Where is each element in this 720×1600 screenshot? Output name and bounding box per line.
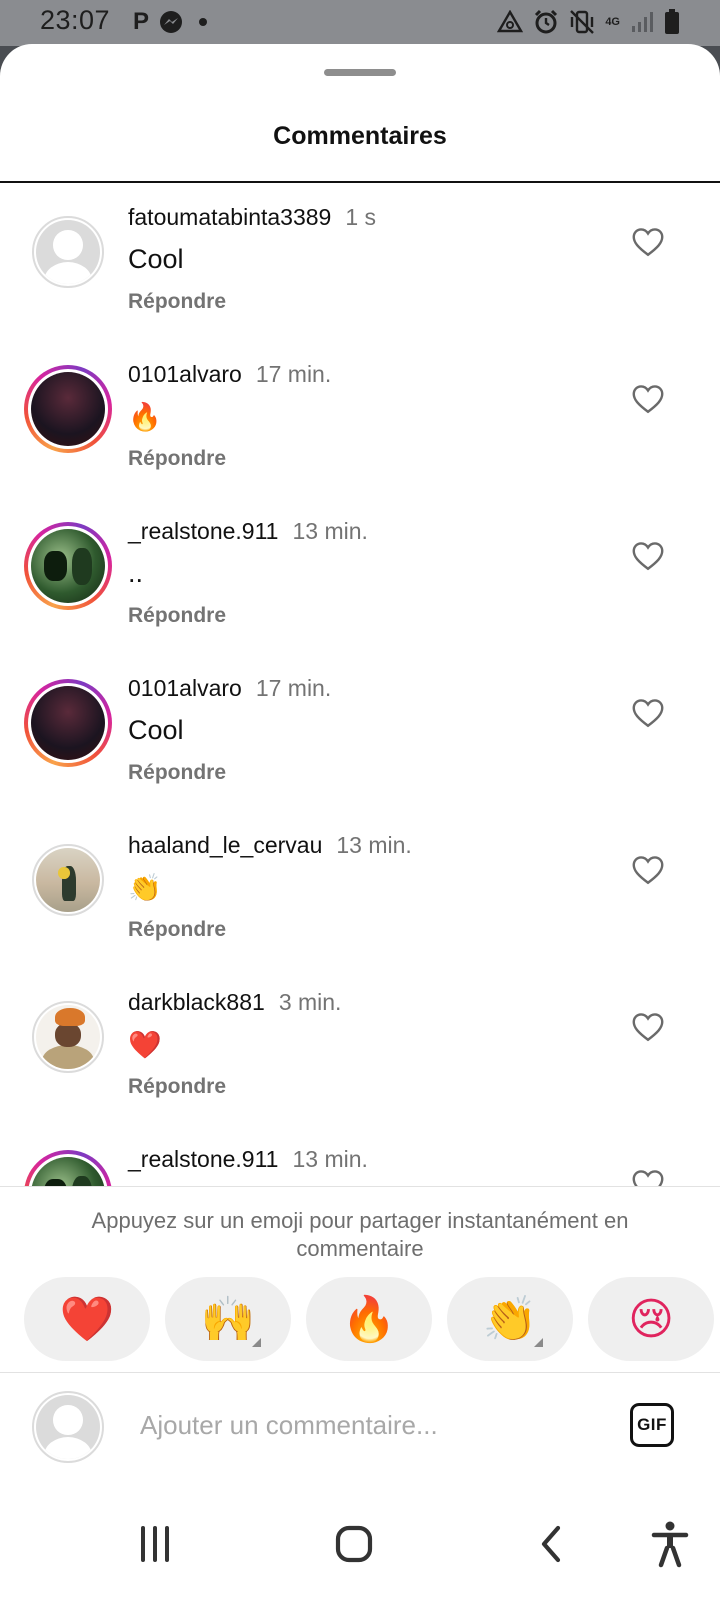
reply-button[interactable]: Répondre [128, 290, 226, 314]
notification-icons: P [133, 8, 208, 36]
my-avatar [32, 1391, 104, 1463]
reply-button[interactable]: Répondre [128, 1075, 226, 1099]
avatar[interactable] [24, 365, 112, 453]
comments-sheet: Commentaires fatoumatabinta3389 1 s Cool … [0, 44, 720, 1600]
comment-text: Cool [128, 715, 184, 745]
comment-list[interactable]: fatoumatabinta3389 1 s Cool Répondre 0101… [0, 184, 720, 1186]
status-time: 23:07 [40, 5, 111, 35]
avatar[interactable] [32, 1001, 104, 1073]
sheet-title: Commentaires [273, 122, 447, 150]
heart-icon[interactable] [630, 695, 666, 731]
comment-time: 1 s [345, 204, 377, 230]
vibrate-icon [570, 10, 595, 34]
home-icon[interactable] [324, 1518, 384, 1570]
emoji-raised-hands-button[interactable]: 🙌 [165, 1277, 291, 1361]
comment-text: 🔥 [128, 402, 162, 432]
avatar-image [31, 372, 105, 446]
comment-time: 13 min. [292, 1146, 368, 1172]
comment-item: 0101alvaro 17 min. Cool Répondre [0, 655, 720, 815]
battery-icon [665, 9, 679, 34]
reply-button[interactable]: Répondre [128, 761, 226, 785]
network-4g-icon: 4G [605, 16, 620, 28]
comment-item: darkblack881 3 min. ❤️ Répondre [0, 969, 720, 1129]
comment-username[interactable]: fatoumatabinta3389 [128, 204, 331, 230]
comment-time: 13 min. [292, 518, 368, 544]
comment-item: 0101alvaro 17 min. 🔥 Répondre [0, 341, 720, 501]
parking-icon: P [133, 8, 150, 35]
emoji-row: ❤️ 🙌 🔥 👏 😢 [24, 1277, 720, 1363]
avatar[interactable] [24, 1150, 112, 1186]
emoji-crying-button[interactable]: 😢 [588, 1277, 714, 1361]
comment-time: 3 min. [278, 989, 342, 1015]
comment-username[interactable]: darkblack881 [128, 989, 265, 1015]
status-bar: 23:07 P 4G [0, 0, 720, 46]
dot-icon [199, 18, 208, 26]
emoji-fire-button[interactable]: 🔥 [306, 1277, 432, 1361]
avatar-image [31, 529, 105, 603]
quick-reactions-hint: Appuyez sur un emoji pour partager insta… [91, 1208, 629, 1261]
avatar-image [36, 848, 100, 912]
system-icons: 4G [497, 9, 680, 35]
emoji-heart-button[interactable]: ❤️ [24, 1277, 150, 1361]
avatar-image [31, 1157, 105, 1186]
comment-composer: GIF [0, 1372, 720, 1478]
comment-item: _realstone.911 13 min. .. Répondre [0, 498, 720, 658]
back-icon[interactable] [522, 1518, 582, 1570]
heart-icon[interactable] [630, 538, 666, 574]
emoji-raised-hands: 🙌 [200, 1295, 256, 1344]
quick-reactions: Appuyez sur un emoji pour partager insta… [0, 1186, 720, 1372]
alarm-icon [535, 9, 558, 34]
comment-time: 17 min. [255, 675, 332, 701]
comment-username[interactable]: _realstone.911 [128, 1146, 278, 1172]
comment-username[interactable]: 0101alvaro [128, 675, 242, 701]
comment-item: fatoumatabinta3389 1 s Cool Répondre [0, 184, 720, 344]
comment-text: Cool [128, 244, 184, 274]
comment-username[interactable]: haaland_le_cervau [128, 832, 322, 858]
default-avatar-icon [36, 1395, 100, 1459]
signal-icon [632, 12, 653, 32]
messenger-icon [160, 11, 183, 33]
default-avatar-icon [36, 220, 100, 284]
gif-button[interactable]: GIF [630, 1403, 674, 1447]
avatar-image [31, 686, 105, 760]
avatar-image [36, 1005, 100, 1069]
avatar[interactable] [24, 679, 112, 767]
emoji-clap: 👏 [482, 1295, 538, 1344]
data-saver-icon [497, 10, 524, 33]
divider [0, 181, 720, 183]
avatar[interactable] [24, 522, 112, 610]
comment-input[interactable] [140, 1403, 600, 1447]
comment-item: _realstone.911 13 min. [0, 1126, 720, 1186]
heart-icon[interactable] [630, 381, 666, 417]
reply-button[interactable]: Répondre [128, 447, 226, 471]
comment-time: 17 min. [255, 361, 332, 387]
heart-icon[interactable] [630, 1009, 666, 1045]
comment-username[interactable]: _realstone.911 [128, 518, 278, 544]
reply-button[interactable]: Répondre [128, 918, 226, 942]
avatar[interactable] [32, 844, 104, 916]
comment-text: 👏 [128, 873, 162, 903]
skin-tone-indicator-icon [534, 1338, 543, 1347]
avatar[interactable] [32, 216, 104, 288]
comment-text: ❤️ [128, 1030, 162, 1060]
comment-item: haaland_le_cervau 13 min. 👏 Répondre [0, 812, 720, 972]
system-nav-bar [0, 1478, 720, 1600]
comment-username[interactable]: 0101alvaro [128, 361, 242, 387]
heart-icon[interactable] [630, 224, 666, 260]
emoji-clap-button[interactable]: 👏 [447, 1277, 573, 1361]
comment-text: .. [128, 558, 144, 588]
recents-icon[interactable] [125, 1518, 185, 1570]
drag-handle[interactable] [324, 69, 396, 76]
accessibility-icon[interactable] [640, 1518, 700, 1570]
comment-time: 13 min. [336, 832, 412, 858]
reply-button[interactable]: Répondre [128, 604, 226, 628]
skin-tone-indicator-icon [252, 1338, 261, 1347]
heart-icon[interactable] [630, 852, 666, 888]
heart-icon[interactable] [630, 1166, 666, 1186]
